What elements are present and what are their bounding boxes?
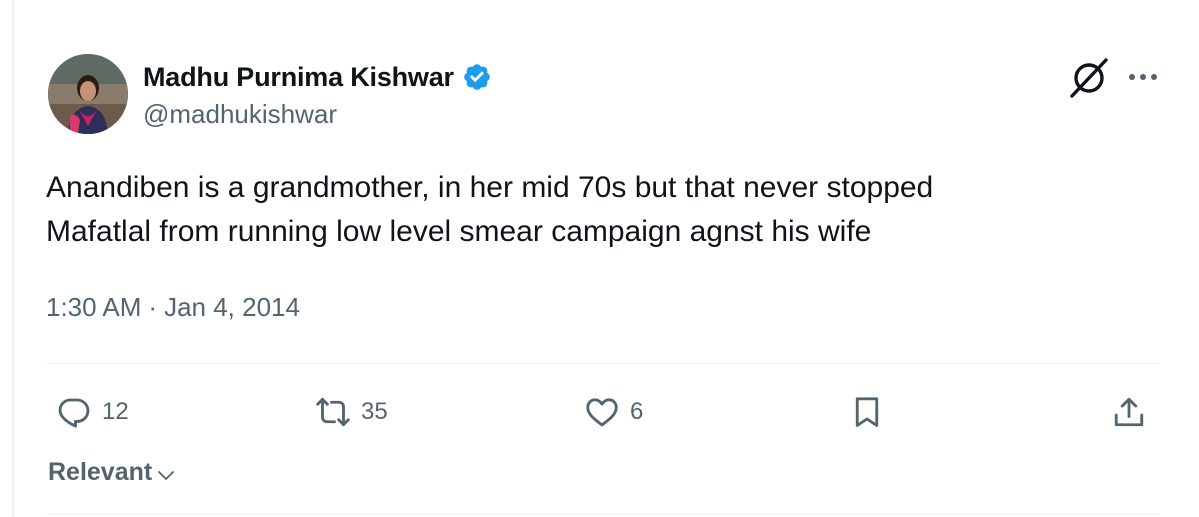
- tweet-date[interactable]: Jan 4, 2014: [164, 292, 300, 323]
- author-name-row: Madhu Purnima Kishwar: [143, 60, 492, 94]
- tweet-timestamp[interactable]: 1:30 AM · Jan 4, 2014: [46, 292, 300, 323]
- like-button[interactable]: 6: [584, 390, 643, 434]
- left-border: [12, 0, 14, 517]
- retweet-button[interactable]: 35: [315, 390, 388, 434]
- author-display-name[interactable]: Madhu Purnima Kishwar: [143, 62, 454, 93]
- tweet-text-line: Anandiben is a grandmother, in her mid 7…: [46, 171, 934, 204]
- avatar[interactable]: [48, 54, 128, 134]
- tweet-actions-bar: 12 35 6: [0, 390, 1199, 434]
- retweet-count: 35: [361, 398, 388, 425]
- more-options-icon[interactable]: [1126, 62, 1160, 92]
- verified-badge-icon[interactable]: [462, 62, 492, 92]
- reply-icon: [58, 398, 90, 428]
- retweet-icon: [316, 397, 350, 427]
- bookmark-button[interactable]: [849, 390, 885, 434]
- sort-replies-dropdown[interactable]: Relevant: [48, 458, 176, 487]
- author-handle[interactable]: @madhukishwar: [143, 99, 337, 130]
- sort-label: Relevant: [48, 458, 153, 486]
- share-icon: [1114, 397, 1144, 427]
- tweet-time[interactable]: 1:30 AM: [46, 292, 141, 323]
- tweet-text: Anandiben is a grandmother, in her mid 7…: [46, 166, 1136, 254]
- chevron-down-icon: [158, 470, 175, 480]
- divider: [46, 363, 1160, 364]
- avatar-photo: [48, 54, 128, 134]
- reply-button[interactable]: 12: [56, 390, 129, 434]
- tweet-text-line: Mafatlal from running low level smear ca…: [46, 215, 872, 248]
- grok-icon[interactable]: [1067, 56, 1111, 100]
- bookmark-icon: [855, 397, 879, 427]
- timestamp-separator: ·: [148, 292, 158, 322]
- reply-count: 12: [102, 398, 129, 425]
- bottom-divider: [46, 514, 1160, 515]
- like-count: 6: [630, 398, 644, 425]
- heart-icon: [586, 398, 618, 427]
- share-button[interactable]: [1111, 390, 1147, 434]
